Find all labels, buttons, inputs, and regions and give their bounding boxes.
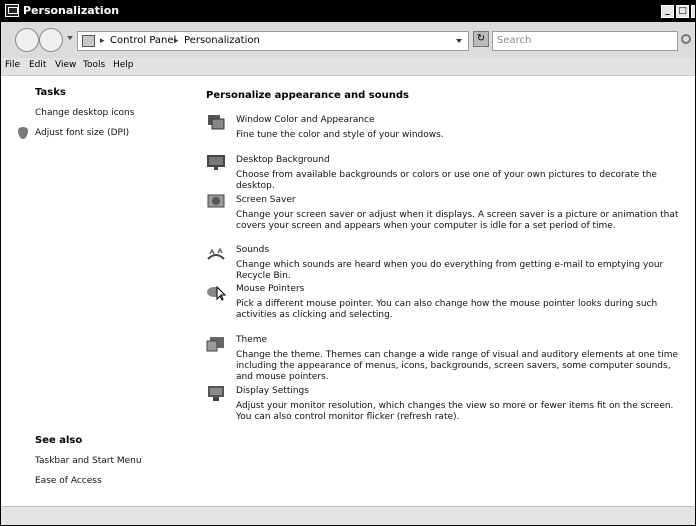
back-button[interactable] <box>15 28 39 52</box>
address-dropdown-icon[interactable] <box>456 39 462 43</box>
desktop-background-desc: Choose from available backgrounds or col… <box>236 170 657 191</box>
minimize-button[interactable]: _ <box>661 5 674 18</box>
menu-edit[interactable]: Edit <box>29 60 46 70</box>
task-sidebar: Tasks Change desktop icons Adjust font s… <box>1 75 195 505</box>
maximize-button[interactable]: □ <box>676 5 689 18</box>
see-also-heading: See also <box>35 435 83 446</box>
close-button[interactable]: ✕ <box>691 5 695 18</box>
menu-help[interactable]: Help <box>113 60 134 70</box>
menu-view[interactable]: View <box>55 60 76 70</box>
main-content: Personalize appearance and sounds Window… <box>196 75 695 505</box>
menu-tools[interactable]: Tools <box>83 60 105 70</box>
breadcrumb-personalization[interactable]: Personalization <box>184 35 260 46</box>
control-panel-icon <box>82 35 95 47</box>
display-settings-desc: Adjust your monitor resolution, which ch… <box>236 401 674 422</box>
breadcrumb-separator-icon[interactable]: ▸ <box>100 36 105 46</box>
taskbar-start-menu-link[interactable]: Taskbar and Start Menu <box>35 456 142 466</box>
desktop-background-link[interactable]: Desktop Background <box>236 155 330 165</box>
window-color-desc: Fine tune the color and style of your wi… <box>236 130 444 140</box>
status-bar <box>1 506 695 525</box>
page-title: Personalize appearance and sounds <box>206 90 409 101</box>
recent-pages-dropdown-icon[interactable] <box>67 36 73 40</box>
window-icon <box>5 4 19 17</box>
adjust-font-size-link[interactable]: Adjust font size (DPI) <box>35 128 129 138</box>
mouse-pointer-icon <box>207 285 226 301</box>
forward-button[interactable] <box>39 28 63 52</box>
address-bar[interactable]: ▸ Control Panel ▸ Personalization <box>77 31 469 51</box>
mouse-pointers-link[interactable]: Mouse Pointers <box>236 284 304 294</box>
theme-link[interactable]: Theme <box>236 335 267 345</box>
theme-icon <box>206 337 224 352</box>
mouse-pointers-desc: Pick a different mouse pointer. You can … <box>236 299 658 320</box>
shield-icon <box>18 127 28 139</box>
search-icon[interactable] <box>681 34 691 44</box>
breadcrumb-control-panel[interactable]: Control Panel <box>110 35 176 46</box>
theme-desc: Change the theme. Themes can change a wi… <box>236 350 679 382</box>
change-desktop-icons-link[interactable]: Change desktop icons <box>35 108 134 118</box>
menu-file[interactable]: File <box>5 60 20 70</box>
screen-saver-link[interactable]: Screen Saver <box>236 195 296 205</box>
window-color-link[interactable]: Window Color and Appearance <box>236 115 375 125</box>
menu-bar: File Edit View Tools Help <box>1 58 695 76</box>
window-title: Personalization <box>23 4 120 17</box>
screen-saver-icon <box>207 194 225 208</box>
sounds-desc: Change which sounds are heard when you d… <box>236 260 664 281</box>
display-settings-icon <box>208 386 224 401</box>
sounds-link[interactable]: Sounds <box>236 245 269 255</box>
desktop-background-icon <box>207 155 225 170</box>
address-toolbar: ▸ Control Panel ▸ Personalization ↻ Sear… <box>1 22 695 59</box>
screen-saver-desc: Change your screen saver or adjust when … <box>236 210 679 231</box>
breadcrumb-separator-icon[interactable]: ▸ <box>174 36 179 46</box>
ease-of-access-link[interactable]: Ease of Access <box>35 476 102 486</box>
display-settings-link[interactable]: Display Settings <box>236 386 309 396</box>
title-bar[interactable]: Personalization _ □ ✕ <box>1 1 695 22</box>
window-color-icon <box>208 115 225 130</box>
refresh-button[interactable]: ↻ <box>473 31 489 47</box>
tasks-heading: Tasks <box>35 87 66 98</box>
sounds-icon <box>207 247 225 260</box>
search-input[interactable]: Search <box>492 31 678 51</box>
personalization-window: Personalization _ □ ✕ ▸ Control Panel ▸ … <box>0 0 696 526</box>
